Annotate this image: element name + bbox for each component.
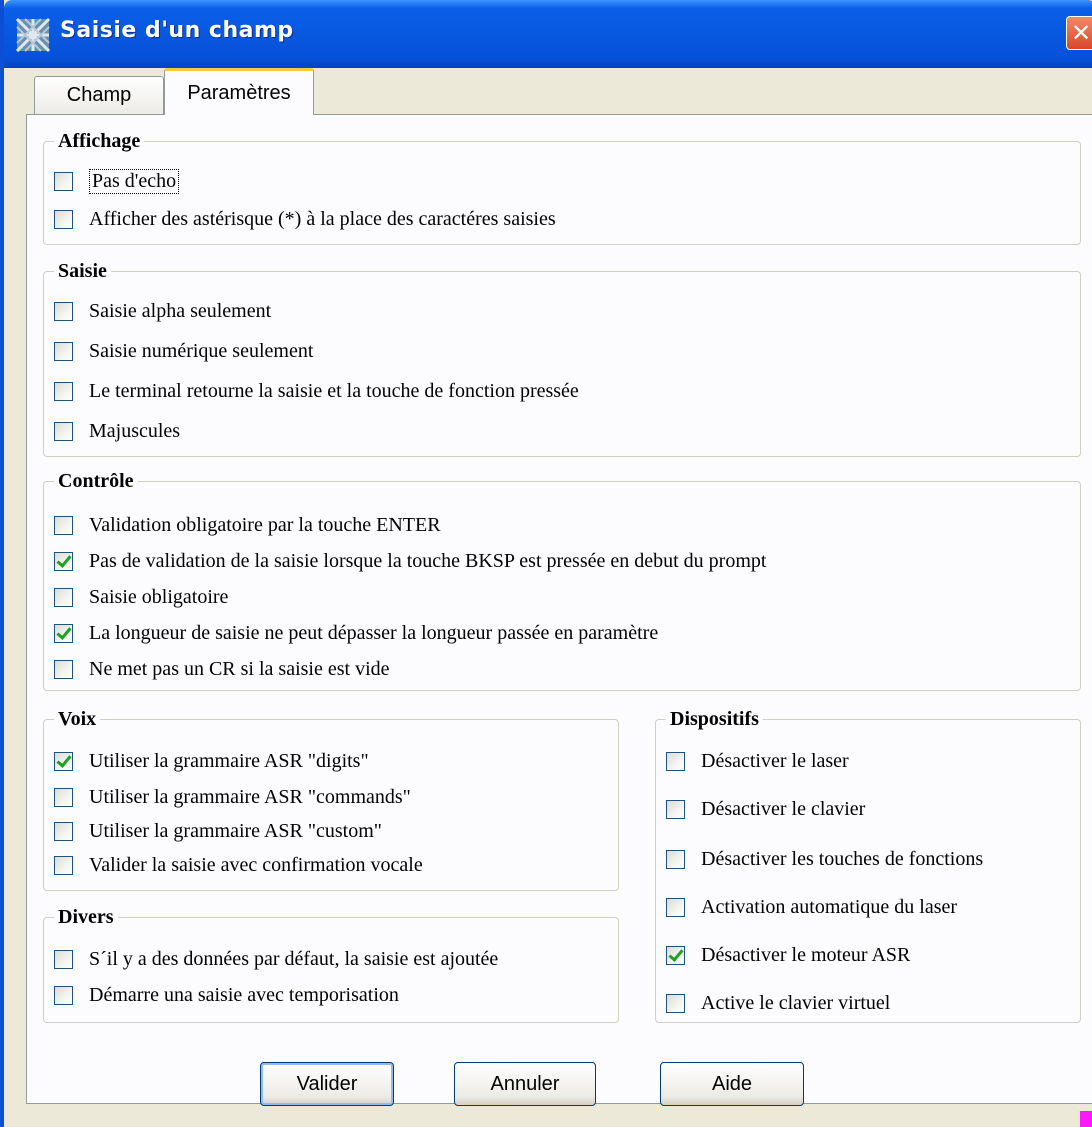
checkbox[interactable] <box>54 659 73 679</box>
title-bar[interactable]: Saisie d'un champ ✕ <box>4 0 1092 68</box>
option-asr-commands[interactable]: Utiliser la grammaire ASR "commands" <box>54 784 411 810</box>
group-divers: Divers S´il y a des données par défaut, … <box>43 904 619 1023</box>
option-label: S´il y a des données par défaut, la sais… <box>89 947 499 970</box>
option-label: Active le clavier virtuel <box>701 991 891 1014</box>
option-label: Ne met pas un CR si la saisie est vide <box>89 657 390 680</box>
dialog-body: Champ Paramètres Affichage Pas d'echo Af… <box>8 68 1092 1127</box>
option-label: Utiliser la grammaire ASR "commands" <box>89 785 411 808</box>
help-button[interactable]: Aide <box>660 1062 804 1106</box>
group-title: Voix <box>54 706 101 732</box>
checkbox[interactable] <box>54 171 73 191</box>
checkbox[interactable] <box>54 341 73 361</box>
option-moteur-asr[interactable]: Désactiver le moteur ASR <box>666 942 910 968</box>
dialog-window: Saisie d'un champ ✕ Champ Paramètres Aff… <box>0 0 1092 1127</box>
checkbox[interactable] <box>54 855 73 875</box>
checkbox[interactable] <box>54 421 73 441</box>
group-affichage: Affichage Pas d'echo Afficher des astéri… <box>43 128 1081 245</box>
option-clavier-virtuel[interactable]: Active le clavier virtuel <box>666 990 890 1016</box>
checkbox[interactable] <box>54 787 73 807</box>
option-label: Valider la saisie avec confirmation voca… <box>89 853 423 876</box>
option-desactiver-clavier[interactable]: Désactiver le clavier <box>666 796 865 822</box>
option-alpha[interactable]: Saisie alpha seulement <box>54 298 271 324</box>
checkbox[interactable] <box>666 849 685 869</box>
option-confirmation-vocale[interactable]: Valider la saisie avec confirmation voca… <box>54 852 423 878</box>
option-activation-laser[interactable]: Activation automatique du laser <box>666 894 957 920</box>
group-voix: Voix Utiliser la grammaire ASR "digits" … <box>43 706 619 891</box>
group-title: Saisie <box>54 258 111 284</box>
option-temporisation[interactable]: Démarre una saisie avec temporisation <box>54 982 399 1008</box>
option-label: Désactiver le laser <box>701 749 849 772</box>
option-cr-vide[interactable]: Ne met pas un CR si la saisie est vide <box>54 656 390 682</box>
option-asr-digits[interactable]: Utiliser la grammaire ASR "digits" <box>54 748 369 774</box>
app-icon <box>16 18 50 52</box>
tab-panel-parametres: Affichage Pas d'echo Afficher des astéri… <box>26 114 1092 1104</box>
group-title: Contrôle <box>54 468 138 494</box>
option-donnees-defaut[interactable]: S´il y a des données par défaut, la sais… <box>54 946 498 972</box>
option-label: Démarre una saisie avec temporisation <box>89 983 399 1006</box>
checkbox[interactable] <box>666 993 685 1013</box>
option-label: Désactiver les touches de fonctions <box>701 847 984 870</box>
tab-champ[interactable]: Champ <box>34 76 164 114</box>
checkbox[interactable] <box>54 821 73 841</box>
option-enter[interactable]: Validation obligatoire par la touche ENT… <box>54 512 441 538</box>
checkbox[interactable] <box>54 751 73 771</box>
option-label: Pas d'echo <box>89 168 180 194</box>
checkbox[interactable] <box>54 587 73 607</box>
option-label: Le terminal retourne la saisie et la tou… <box>89 379 579 402</box>
checkbox[interactable] <box>54 515 73 535</box>
option-pas-echo[interactable]: Pas d'echo <box>54 168 180 194</box>
group-controle: Contrôle Validation obligatoire par la t… <box>43 468 1081 691</box>
group-saisie: Saisie Saisie alpha seulement Saisie num… <box>43 258 1081 457</box>
checkbox[interactable] <box>54 551 73 571</box>
option-label: Afficher des astérisque (*) à la place d… <box>89 207 556 230</box>
checkbox[interactable] <box>54 301 73 321</box>
checkbox[interactable] <box>666 945 685 965</box>
group-dispositifs: Dispositifs Désactiver le laser Désactiv… <box>655 706 1081 1023</box>
option-label: Utiliser la grammaire ASR "custom" <box>89 819 382 842</box>
resize-grip-icon[interactable] <box>1080 1111 1092 1127</box>
group-title: Dispositifs <box>666 706 763 732</box>
group-title: Divers <box>54 904 118 930</box>
validate-button[interactable]: Valider <box>260 1062 394 1106</box>
option-label: Désactiver le clavier <box>701 797 866 820</box>
close-icon[interactable]: ✕ <box>1066 16 1092 50</box>
option-obligatoire[interactable]: Saisie obligatoire <box>54 584 228 610</box>
option-label: Utiliser la grammaire ASR "digits" <box>89 749 369 772</box>
checkbox[interactable] <box>54 985 73 1005</box>
option-label: Majuscules <box>89 419 181 442</box>
option-label: Pas de validation de la saisie lorsque l… <box>89 549 767 572</box>
option-touches-fonctions[interactable]: Désactiver les touches de fonctions <box>666 846 983 872</box>
checkbox[interactable] <box>666 799 685 819</box>
checkbox[interactable] <box>666 897 685 917</box>
option-label: La longueur de saisie ne peut dépasser l… <box>89 621 659 644</box>
checkbox[interactable] <box>54 623 73 643</box>
option-label: Activation automatique du laser <box>701 895 958 918</box>
tab-parametres[interactable]: Paramètres <box>164 68 314 115</box>
option-asterisques[interactable]: Afficher des astérisque (*) à la place d… <box>54 206 556 232</box>
option-label: Validation obligatoire par la touche ENT… <box>89 513 441 536</box>
checkbox[interactable] <box>54 209 73 229</box>
option-label: Saisie alpha seulement <box>89 299 272 322</box>
option-label: Saisie numérique seulement <box>89 339 314 362</box>
option-label: Désactiver le moteur ASR <box>701 943 911 966</box>
option-majuscules[interactable]: Majuscules <box>54 418 180 444</box>
option-bksp[interactable]: Pas de validation de la saisie lorsque l… <box>54 548 766 574</box>
option-longueur[interactable]: La longueur de saisie ne peut dépasser l… <box>54 620 658 646</box>
cancel-button[interactable]: Annuler <box>454 1062 596 1106</box>
group-title: Affichage <box>54 128 145 154</box>
window-title: Saisie d'un champ <box>60 18 294 43</box>
checkbox[interactable] <box>54 381 73 401</box>
checkbox[interactable] <box>54 949 73 969</box>
checkbox[interactable] <box>666 751 685 771</box>
option-desactiver-laser[interactable]: Désactiver le laser <box>666 748 849 774</box>
option-asr-custom[interactable]: Utiliser la grammaire ASR "custom" <box>54 818 382 844</box>
option-terminal-retourne[interactable]: Le terminal retourne la saisie et la tou… <box>54 378 579 404</box>
option-label: Saisie obligatoire <box>89 585 229 608</box>
option-numerique[interactable]: Saisie numérique seulement <box>54 338 313 364</box>
